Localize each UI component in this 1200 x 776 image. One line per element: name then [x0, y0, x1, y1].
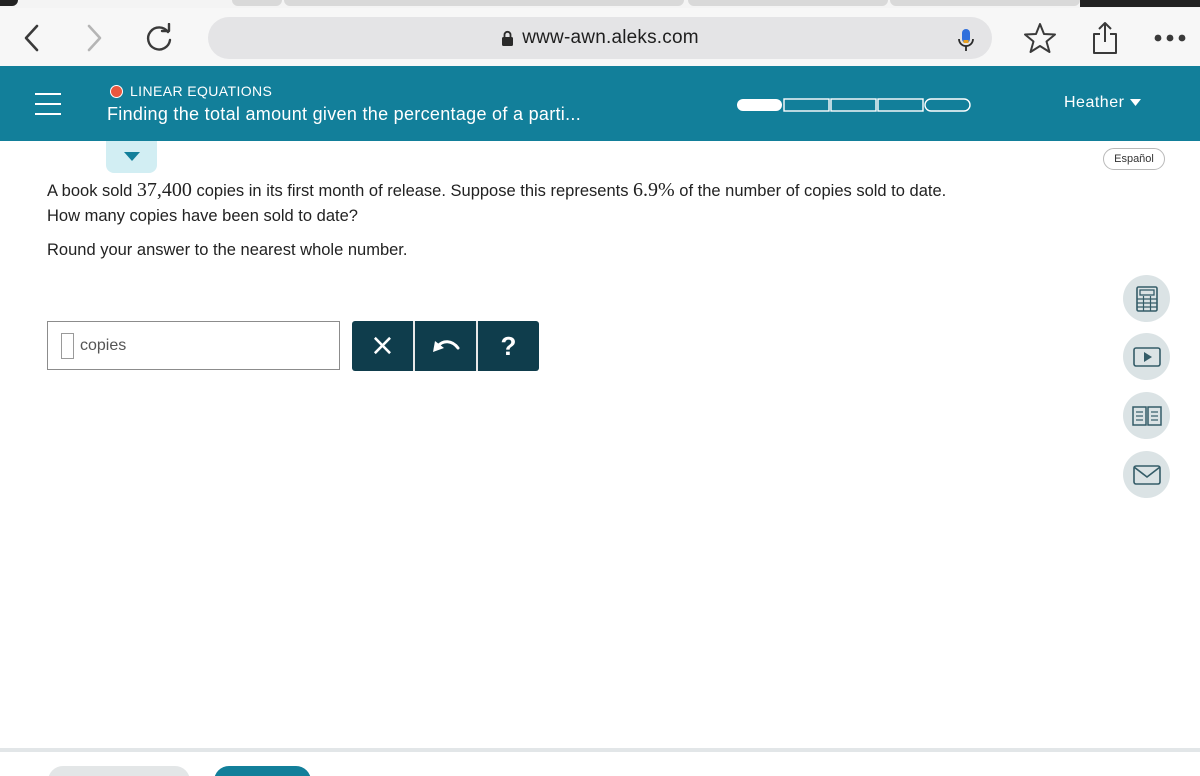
answer-input[interactable]: copies [47, 321, 340, 370]
chevron-right-icon [87, 24, 102, 52]
microphone-icon[interactable] [952, 26, 980, 54]
user-name: Heather [1064, 94, 1125, 111]
menu-icon[interactable] [35, 93, 61, 115]
textbook-button[interactable] [1123, 392, 1170, 439]
share-button[interactable] [1087, 20, 1123, 56]
tab-hint [284, 0, 684, 6]
reload-button[interactable] [141, 20, 177, 56]
topic-label: LINEAR EQUATIONS [130, 83, 273, 99]
problem-statement: A book sold 37,400 copies in its first m… [47, 178, 1087, 229]
answer-actions: × ? [352, 321, 539, 371]
reload-icon [146, 23, 172, 51]
copies-value: 37,400 [136, 179, 192, 201]
message-button[interactable] [1123, 451, 1170, 498]
problem-instruction: Round your answer to the nearest whole n… [47, 241, 408, 259]
footer-divider [0, 748, 1200, 752]
answer-unit: copies [80, 337, 127, 354]
back-button[interactable] [14, 20, 50, 56]
problem-question: How many copies have been sold to date? [47, 207, 358, 225]
lock-icon [502, 30, 514, 46]
calculator-icon [1135, 285, 1158, 312]
device-corner [1080, 0, 1200, 7]
answer-field[interactable] [61, 333, 74, 359]
problem-text: copies in its first month of release. Su… [191, 182, 634, 200]
browser-toolbar: www-awn.aleks.com [0, 8, 1200, 66]
caret-down-icon [123, 152, 140, 161]
problem-text: of the number of copies sold to date. [674, 182, 947, 200]
browser-tab-strip [0, 0, 1200, 8]
help-button[interactable]: ? [478, 321, 539, 371]
page-title: Finding the total amount given the perce… [107, 104, 581, 124]
help-icon: ? [500, 330, 517, 361]
address-content: www-awn.aleks.com [208, 17, 992, 59]
more-button[interactable] [1150, 20, 1190, 56]
share-icon [1093, 22, 1117, 54]
language-button[interactable]: Español [1103, 148, 1165, 170]
explanation-button[interactable] [48, 766, 190, 776]
user-menu[interactable]: Heather [1064, 94, 1142, 112]
address-bar[interactable]: www-awn.aleks.com [208, 17, 992, 59]
check-button[interactable] [214, 766, 311, 776]
forward-button[interactable] [76, 20, 112, 56]
tab-hint [688, 0, 888, 6]
clear-icon: × [369, 328, 396, 363]
video-icon [1132, 346, 1161, 367]
calculator-button[interactable] [1123, 275, 1170, 322]
progress-bar [737, 98, 971, 112]
chevron-left-icon [24, 24, 39, 52]
book-icon [1131, 405, 1162, 426]
undo-button[interactable] [415, 321, 476, 371]
star-icon [1024, 23, 1056, 53]
topic-dropdown-toggle[interactable] [106, 141, 157, 173]
device-corner [0, 0, 18, 6]
undo-icon [432, 340, 459, 352]
percent-value: 6.9% [633, 179, 675, 201]
tab-hint [232, 0, 282, 6]
tab-hint [890, 0, 1080, 6]
caret-down-icon [1130, 99, 1142, 106]
more-icon [1154, 34, 1186, 42]
bookmark-button[interactable] [1022, 20, 1058, 56]
topic-status-dot [110, 85, 123, 98]
url-text: www-awn.aleks.com [522, 27, 699, 48]
video-button[interactable] [1123, 333, 1170, 380]
clear-button[interactable]: × [352, 321, 413, 371]
aleks-header: LINEAR EQUATIONS Finding the total amoun… [0, 66, 1200, 141]
mail-icon [1132, 464, 1161, 485]
problem-text: A book sold [47, 182, 137, 200]
